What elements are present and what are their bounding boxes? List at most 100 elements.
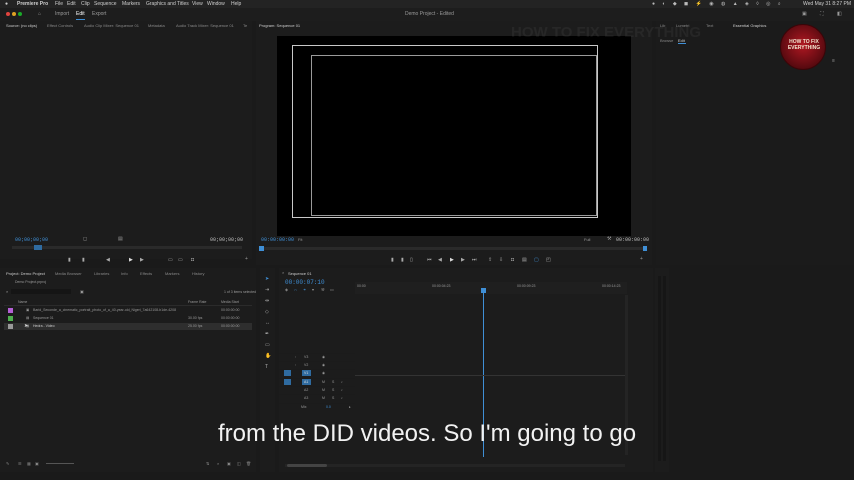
project-search-icon[interactable]: ⌕ (6, 289, 8, 294)
source-playhead[interactable] (34, 245, 42, 250)
track-a2[interactable]: A2 M S ♪ (279, 386, 355, 393)
workspace-tab-edit[interactable]: Edit (76, 10, 85, 20)
column-media-start[interactable]: Media Start (221, 300, 239, 304)
apple-icon[interactable]: ● (5, 0, 8, 8)
maximize-window-button[interactable] (18, 12, 22, 16)
list-item[interactable]: ▣ Barid_Seconde_a_cinematic_portrait_pho… (4, 307, 252, 314)
list-view-icon[interactable]: ☰ (18, 461, 22, 466)
step-back-icon[interactable]: ◀ (106, 257, 110, 263)
lift-icon[interactable]: ⇪ (488, 257, 492, 263)
pen-tool-icon[interactable]: ✒ (265, 331, 269, 337)
program-scrubber[interactable] (259, 247, 647, 250)
eye-icon[interactable]: ◉ (322, 371, 325, 375)
panel-close-icon[interactable]: ≡ (832, 59, 835, 64)
captions-icon[interactable]: ▭ (330, 287, 334, 292)
project-search-input[interactable] (11, 289, 71, 294)
icon-view-icon[interactable]: ▦ (27, 461, 31, 466)
program-timecode-left[interactable]: 00:00:00:00 (261, 237, 294, 243)
source-scrubber[interactable] (12, 246, 242, 249)
program-add-marker-icon[interactable]: ▯ (410, 257, 413, 263)
track-a3[interactable]: A3 M S ♪ (279, 394, 355, 401)
program-mark-in-icon[interactable]: ▮ (391, 257, 394, 263)
lock-icon[interactable]: ▫ (295, 355, 296, 359)
tab-audio-clip-mixer[interactable]: Audio Clip Mixer: Sequence 01 (84, 23, 139, 28)
trash-icon[interactable]: 🗑 (246, 461, 251, 466)
home-icon[interactable]: ⌂ (38, 8, 41, 21)
mix-value[interactable]: 0.0 (326, 405, 331, 409)
nest-icon[interactable]: ◈ (285, 287, 288, 292)
pencil-icon[interactable]: ✎ (6, 461, 9, 466)
solo-icon[interactable]: S (332, 396, 334, 400)
workspace-tab-export[interactable]: Export (92, 8, 106, 21)
tab-libraries[interactable]: Libraries (94, 271, 109, 276)
eye-icon[interactable]: ◉ (322, 355, 325, 359)
source-add-icon[interactable]: + (245, 257, 248, 262)
track-v1[interactable]: V1 ◉ (279, 369, 355, 376)
mix-end-icon[interactable]: ▸ (349, 405, 351, 409)
timeline-scrollbar-h[interactable] (285, 464, 625, 467)
comparison-view-icon[interactable]: ▤ (522, 257, 527, 263)
overwrite-icon[interactable]: ▭ (178, 257, 183, 263)
new-folder-icon[interactable]: ▣ (227, 461, 231, 466)
sort-icon[interactable]: ⇅ (206, 461, 209, 466)
track-mix[interactable]: Mix 0.0 ▸ (279, 403, 355, 410)
menu-graphics[interactable]: Graphics and Titles (146, 0, 189, 8)
column-name[interactable]: Name (18, 300, 27, 304)
menu-clip[interactable]: Clip (81, 0, 90, 8)
track-a1[interactable]: A1 M S ♪ (279, 378, 355, 385)
tab-effect-controls[interactable]: Effect Controls (47, 23, 73, 28)
tab-media-browser[interactable]: Media Browser (55, 271, 82, 276)
tab-essential-graphics[interactable]: Essential Graphics (733, 23, 766, 28)
tab-source[interactable]: Source: (no clips) (6, 23, 37, 28)
razor-tool-icon[interactable]: ◇ (265, 309, 269, 315)
source-settings-icon[interactable]: ◻ (83, 237, 87, 242)
track-v3[interactable]: V3 ▫ ◉ (279, 353, 355, 360)
eye-icon[interactable]: ◉ (322, 363, 325, 367)
minimize-window-button[interactable] (12, 12, 16, 16)
safe-margins-icon[interactable]: ▢ (534, 257, 539, 263)
program-quality-dropdown[interactable]: Full (584, 237, 590, 242)
tab-markers[interactable]: Markers (165, 271, 179, 276)
tab-audio-track-mixer[interactable]: Audio Track Mixer: Sequence 01 (176, 23, 234, 28)
program-play-icon[interactable]: ▶ (450, 257, 454, 263)
wrench-icon[interactable]: ⚒ (607, 237, 611, 242)
timeline-close-icon[interactable]: × (282, 270, 284, 275)
program-title[interactable]: Program: Sequence 01 (259, 23, 300, 28)
tab-metadata[interactable]: Metadata (148, 23, 165, 28)
tab-te[interactable]: Te (243, 23, 247, 28)
tab-history[interactable]: History (192, 271, 204, 276)
source-timecode-left[interactable]: 00;00;00;00 (15, 237, 48, 243)
new-item-icon[interactable]: ◫ (237, 461, 241, 466)
program-add-icon[interactable]: + (640, 257, 643, 262)
source-dropdown-icon[interactable]: ▤ (118, 237, 123, 242)
workspace-tab-import[interactable]: Import (55, 8, 69, 21)
snap-icon[interactable]: ∩ (294, 287, 297, 292)
zoom-slider[interactable] (46, 463, 74, 464)
program-playhead-end[interactable] (643, 246, 647, 251)
program-playhead[interactable] (259, 246, 264, 251)
menu-edit[interactable]: Edit (67, 0, 76, 8)
play-icon[interactable]: ▶ (129, 257, 133, 263)
timeline-timecode[interactable]: 00:00:07:10 (285, 279, 325, 286)
linked-selection-icon[interactable]: ⚭ (303, 287, 306, 292)
mic-icon[interactable]: ♪ (341, 388, 343, 392)
solo-icon[interactable]: S (332, 380, 334, 384)
menu-window[interactable]: Window (207, 0, 225, 8)
type-tool-icon[interactable]: T (265, 364, 268, 370)
export-frame-icon[interactable]: ◘ (191, 257, 194, 263)
tab-info[interactable]: Info (121, 271, 128, 276)
menu-help[interactable]: Help (231, 0, 241, 8)
track-v2[interactable]: V2 ▫ ◉ (279, 361, 355, 368)
slip-tool-icon[interactable]: ↔ (265, 320, 270, 326)
mute-icon[interactable]: M (322, 388, 325, 392)
column-frame-rate[interactable]: Frame Rate (188, 300, 206, 304)
tab-effects[interactable]: Effects (140, 271, 152, 276)
list-item[interactable]: ▤ Sequence 01 30.00 fps 00:00:00:00 (4, 315, 252, 322)
program-export-frame-icon[interactable]: ◘ (511, 257, 514, 263)
timeline-tab[interactable]: Sequence 01 (288, 271, 312, 276)
timeline-scroll-thumb[interactable] (287, 464, 327, 467)
lock-icon[interactable]: ▫ (295, 363, 296, 367)
tab-text[interactable]: Text (706, 23, 713, 28)
program-fit-dropdown[interactable]: Fit (298, 237, 302, 242)
mute-icon[interactable]: M (322, 396, 325, 400)
